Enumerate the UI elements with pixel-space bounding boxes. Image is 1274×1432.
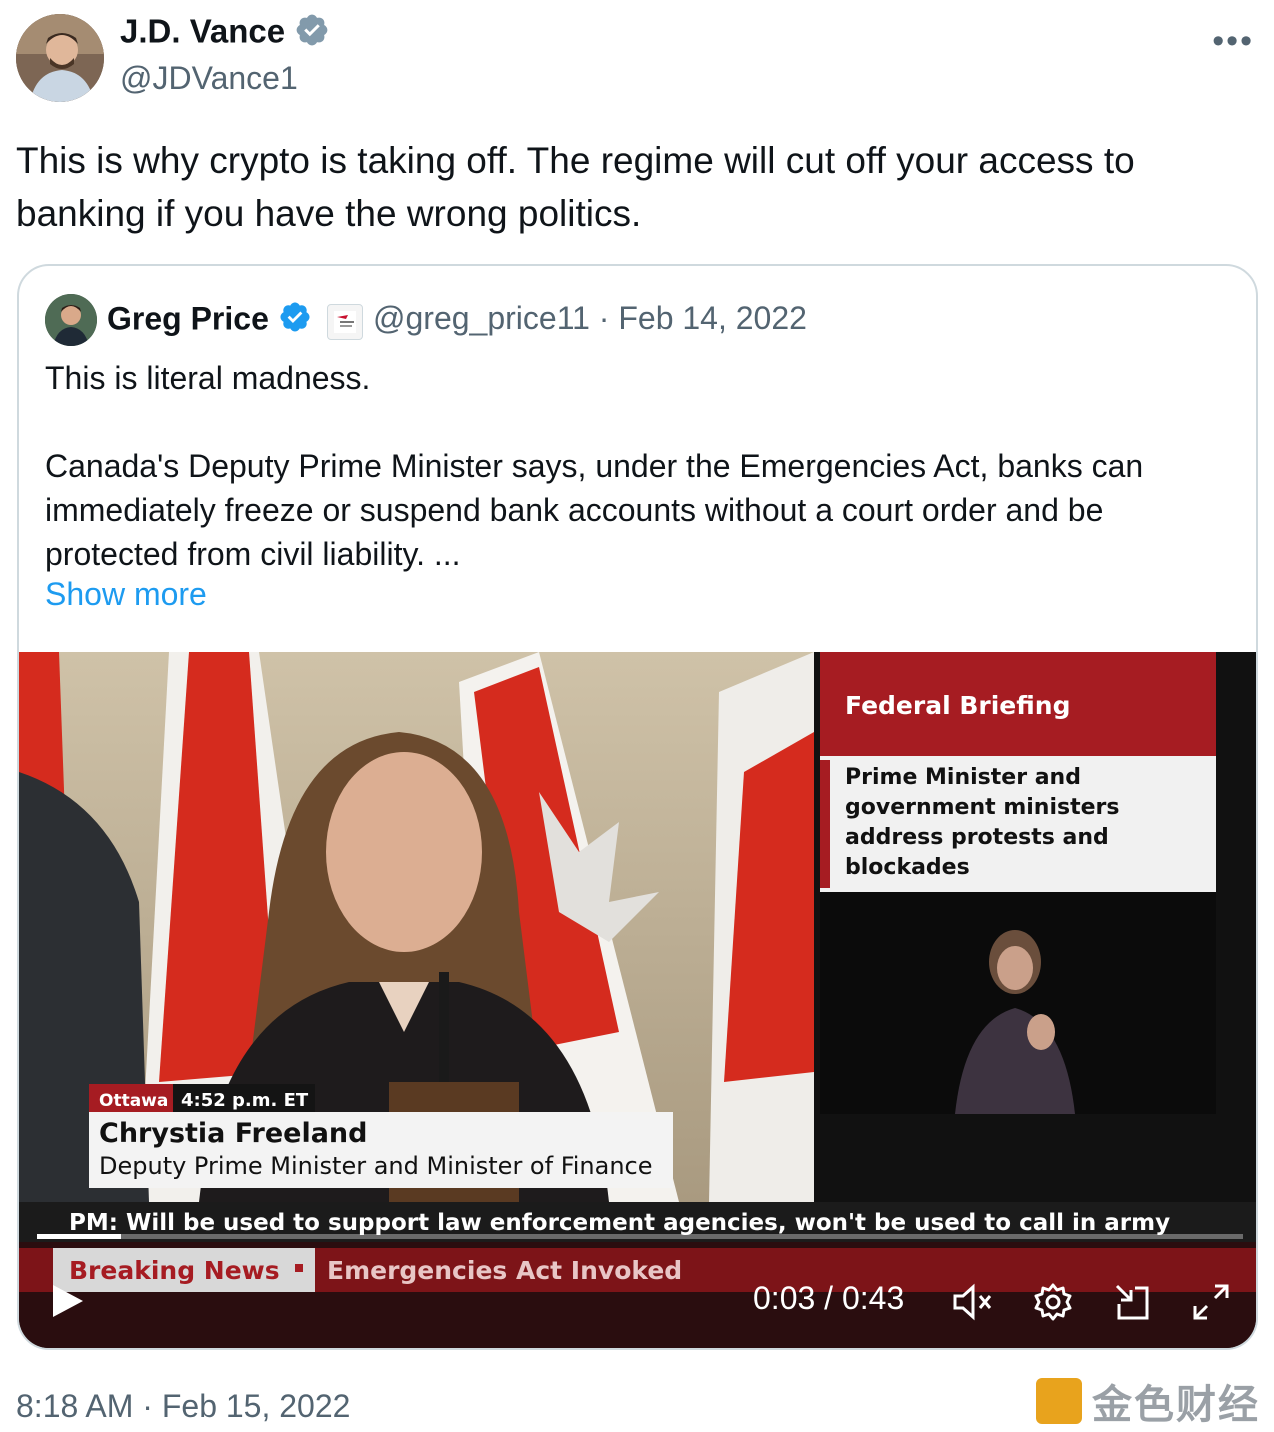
verified-badge-icon xyxy=(278,300,312,342)
affiliate-badge-icon xyxy=(327,304,363,340)
author-handle[interactable]: @JDVance1 xyxy=(120,60,298,97)
mute-icon[interactable] xyxy=(951,1282,995,1327)
watermark-text: 金色财经 xyxy=(1092,1383,1260,1427)
quote-author-name[interactable]: Greg Price xyxy=(107,300,312,342)
breaking-text: Emergencies Act Invoked xyxy=(327,1256,682,1285)
tweet-timestamp[interactable]: 8:18 AM · Feb 15, 2022 xyxy=(16,1388,350,1425)
ticker-text: PM: Will be used to support law enforcem… xyxy=(69,1210,1170,1236)
quote-author-avatar[interactable] xyxy=(45,294,97,346)
quote-author-name-text: Greg Price xyxy=(107,300,269,337)
video-player[interactable]: Federal Briefing Prime Minister and gove… xyxy=(19,652,1256,1348)
quote-text: This is literal madness. Canada's Deputy… xyxy=(45,360,1144,572)
speaker-title: Deputy Prime Minister and Minister of Fi… xyxy=(99,1152,653,1180)
progress-fill xyxy=(37,1234,121,1239)
play-icon[interactable] xyxy=(51,1284,85,1323)
quote-handle-date[interactable]: @greg_price11 · Feb 14, 2022 xyxy=(373,300,807,337)
progress-track xyxy=(37,1234,1243,1239)
watermark: 金色财经 xyxy=(1036,1372,1260,1430)
fullscreen-icon[interactable] xyxy=(1191,1282,1231,1327)
time-label: 4:52 p.m. ET xyxy=(181,1090,309,1111)
location-label: Ottawa xyxy=(99,1091,168,1111)
author-name[interactable]: J.D. Vance xyxy=(120,12,330,56)
tweet-text: This is why crypto is taking off. The re… xyxy=(16,140,1135,234)
quoted-tweet[interactable]: Greg Price @greg_price11 · Feb 14, 2022 … xyxy=(17,264,1258,1350)
show-more-link[interactable]: Show more xyxy=(45,576,207,613)
time-display: 0:03 / 0:43 xyxy=(753,1280,905,1316)
verified-badge-icon xyxy=(294,12,330,56)
watermark-logo-icon xyxy=(1036,1378,1082,1424)
more-horizontal-icon[interactable]: ••• xyxy=(1212,22,1254,61)
settings-gear-icon[interactable] xyxy=(1033,1282,1073,1327)
author-name-text: J.D. Vance xyxy=(120,12,286,50)
author-avatar[interactable] xyxy=(16,14,104,102)
video-frame: Federal Briefing Prime Minister and gove… xyxy=(19,652,1256,1348)
speaker-name: Chrystia Freeland xyxy=(99,1118,367,1149)
panel-title: Federal Briefing xyxy=(845,691,1070,720)
breaking-label: Breaking News xyxy=(69,1256,280,1285)
pip-icon[interactable] xyxy=(1113,1282,1153,1327)
